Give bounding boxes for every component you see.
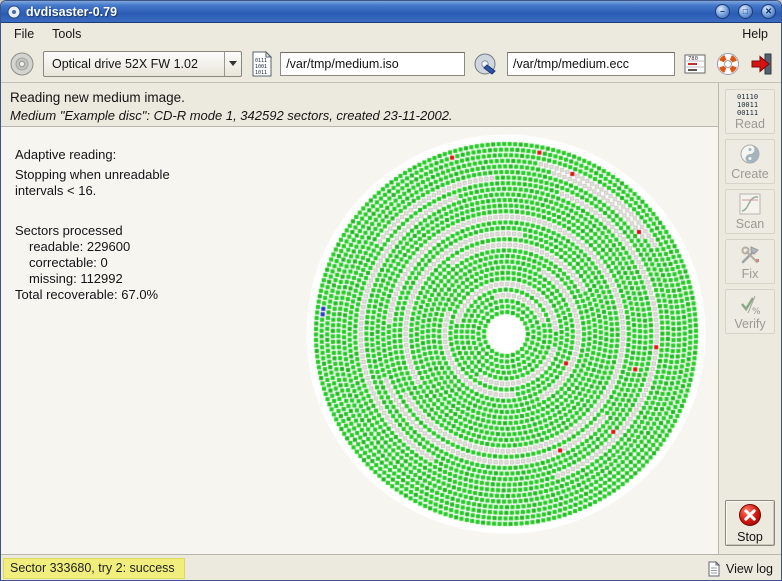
- iso-path-input[interactable]: [280, 52, 465, 76]
- correctable-label: correctable:: [29, 255, 97, 270]
- drive-select-arrow-button[interactable]: [224, 52, 241, 76]
- disc-visualization: [304, 132, 708, 536]
- correctable-value: 0: [101, 255, 108, 270]
- fix-button[interactable]: Fix: [725, 239, 775, 284]
- main-content: Adaptive reading: Stopping when unreadab…: [1, 127, 718, 554]
- svg-text:01110: 01110: [737, 93, 758, 101]
- sidebar: 01110 10011 00111 Read Create: [718, 83, 781, 554]
- log-file-icon: [706, 561, 722, 577]
- stop-icon: [738, 503, 762, 530]
- status-heading-line2: Medium "Example disc": CD-R mode 1, 3425…: [10, 108, 708, 123]
- drive-select-value: Optical drive 52X FW 1.02: [44, 52, 224, 76]
- svg-text:00111: 00111: [737, 109, 758, 116]
- total-recoverable-value: 67.0%: [121, 287, 158, 302]
- ecc-path-input[interactable]: [507, 52, 675, 76]
- app-icon: [7, 5, 21, 19]
- missing-row: missing: 112992: [15, 271, 170, 287]
- stopping-condition-line1: Stopping when unreadable: [15, 167, 170, 183]
- adaptive-reading-title: Adaptive reading:: [15, 147, 170, 163]
- svg-text:1011: 1011: [255, 70, 267, 76]
- svg-text:%: %: [752, 307, 761, 315]
- correctable-row: correctable: 0: [15, 255, 170, 271]
- status-message: Sector 333680, try 2: success: [3, 558, 185, 579]
- minimize-button[interactable]: –: [715, 4, 730, 19]
- stopping-condition-line2: intervals < 16.: [15, 183, 170, 199]
- create-icon: [739, 142, 761, 166]
- ecc-file-icon: [473, 51, 499, 77]
- stop-button-label: Stop: [737, 530, 763, 544]
- drive-icon: [9, 51, 35, 77]
- total-recoverable-label: Total recoverable:: [15, 287, 118, 302]
- verify-button-label: Verify: [734, 317, 765, 331]
- scan-button[interactable]: Scan: [725, 189, 775, 234]
- titlebar[interactable]: dvdisaster-0.79 – □ ✕: [1, 1, 781, 23]
- window-title: dvdisaster-0.79: [26, 5, 707, 19]
- sectors-processed-title: Sectors processed: [15, 223, 170, 239]
- help-button[interactable]: [716, 52, 740, 76]
- read-binary-icon: 01110 10011 00111: [735, 92, 765, 116]
- total-recoverable-row: Total recoverable: 67.0%: [15, 287, 170, 303]
- fix-icon: [739, 242, 761, 266]
- drive-select[interactable]: Optical drive 52X FW 1.02: [43, 51, 242, 77]
- read-button[interactable]: 01110 10011 00111 Read: [725, 89, 775, 134]
- create-button-label: Create: [731, 167, 769, 181]
- image-file-icon: 0111 1001 1011: [250, 51, 272, 77]
- readable-value: 229600: [87, 239, 130, 254]
- menu-file[interactable]: File: [5, 25, 43, 43]
- close-button[interactable]: ✕: [761, 4, 776, 19]
- maximize-button[interactable]: □: [738, 4, 753, 19]
- missing-value: 112992: [80, 271, 122, 286]
- menu-help[interactable]: Help: [733, 25, 777, 43]
- body-row: Reading new medium image. Medium "Exampl…: [1, 83, 781, 554]
- reading-info-panel: Adaptive reading: Stopping when unreadab…: [15, 147, 170, 303]
- create-button[interactable]: Create: [725, 139, 775, 184]
- view-log-label: View log: [726, 562, 773, 576]
- missing-label: missing:: [29, 271, 77, 286]
- scan-icon: [739, 192, 761, 216]
- verify-button[interactable]: % Verify: [725, 289, 775, 334]
- view-log-button[interactable]: View log: [706, 561, 773, 577]
- status-heading: Reading new medium image. Medium "Exampl…: [1, 83, 718, 127]
- chevron-down-icon: [229, 61, 237, 66]
- status-heading-line1: Reading new medium image.: [10, 90, 708, 105]
- statusbar: Sector 333680, try 2: success View log: [1, 554, 781, 581]
- preferences-button[interactable]: 780: [683, 52, 707, 76]
- toolbar: Optical drive 52X FW 1.02 0111 1001 1011: [1, 45, 781, 83]
- fix-button-label: Fix: [742, 267, 759, 281]
- menu-tools[interactable]: Tools: [43, 25, 90, 43]
- app-window: dvdisaster-0.79 – □ ✕ File Tools Help Op…: [0, 0, 782, 581]
- readable-row: readable: 229600: [15, 239, 170, 255]
- svg-text:10011: 10011: [737, 101, 758, 109]
- read-button-label: Read: [735, 117, 765, 131]
- verify-icon: %: [739, 292, 761, 316]
- stop-button[interactable]: Stop: [725, 500, 775, 546]
- readable-label: readable:: [29, 239, 83, 254]
- quit-button[interactable]: [749, 52, 773, 76]
- svg-text:780: 780: [688, 56, 698, 62]
- menubar: File Tools Help: [1, 23, 781, 45]
- left-column: Reading new medium image. Medium "Exampl…: [1, 83, 718, 554]
- scan-button-label: Scan: [736, 217, 765, 231]
- toolbar-right-group: 780: [683, 52, 773, 76]
